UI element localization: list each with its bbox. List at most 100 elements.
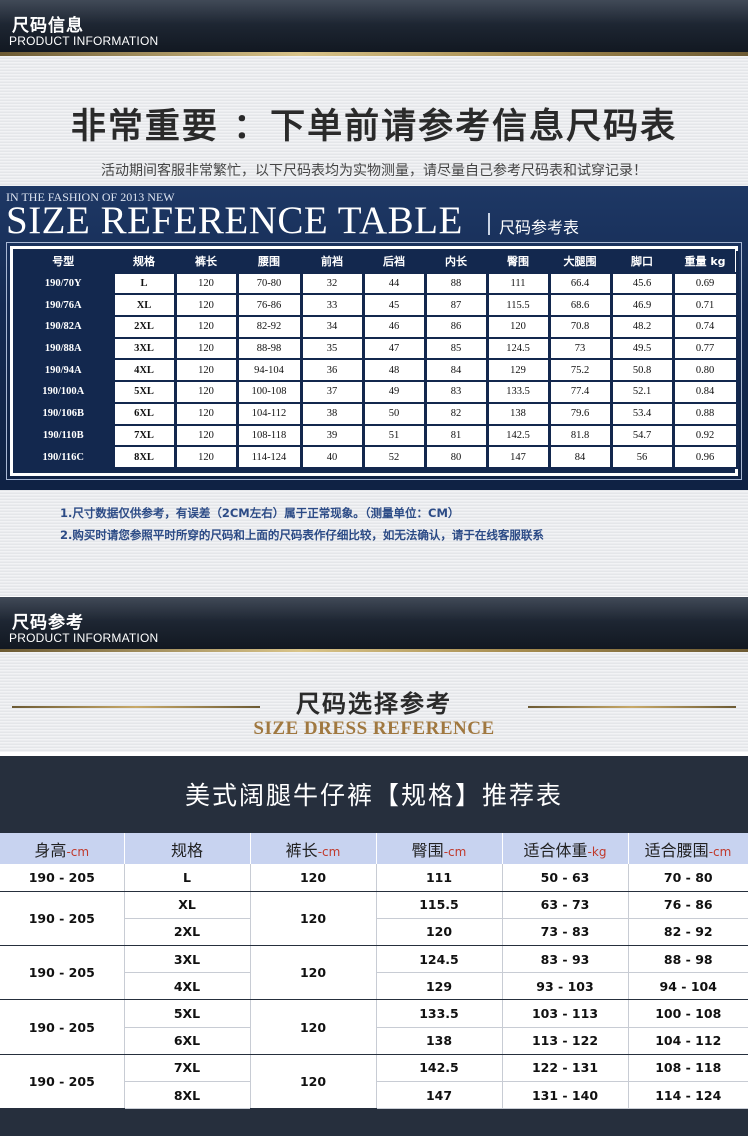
weight-cell: 131 - 140 bbox=[502, 1081, 629, 1110]
table-cell: 0.69 bbox=[671, 271, 739, 296]
weight-cell: 83 - 93 bbox=[502, 945, 629, 974]
table-cell: 120 bbox=[173, 401, 239, 426]
size-col-header: 脚口 bbox=[611, 251, 675, 273]
height-cell: 190 - 205 bbox=[0, 864, 125, 892]
table-cell: 84 bbox=[547, 445, 613, 469]
size-col-header: 前裆 bbox=[301, 251, 365, 273]
table-cell: 80 bbox=[423, 445, 489, 469]
table-cell: 120 bbox=[173, 380, 239, 404]
length-cell: 120 bbox=[250, 1054, 377, 1110]
table-cell: 81 bbox=[423, 423, 489, 448]
size-cell: L bbox=[124, 864, 251, 892]
waist-cell: 104 - 112 bbox=[628, 1027, 748, 1055]
table-cell: 76-86 bbox=[235, 293, 303, 318]
hip-cell: 142.5 bbox=[376, 1054, 503, 1083]
table-cell: 120 bbox=[485, 315, 551, 339]
table-cell: 120 bbox=[173, 423, 239, 448]
table-cell: 8XL bbox=[111, 445, 177, 469]
hip-cell: 133.5 bbox=[376, 999, 503, 1028]
table-cell: 190/106B bbox=[15, 401, 115, 426]
length-cell: 120 bbox=[250, 891, 377, 947]
table-cell: 3XL bbox=[111, 336, 177, 361]
table-cell: 190/82A bbox=[15, 315, 115, 339]
table-row: 190/70Y L 120 70-80 32 44 88 111 66.4 45.6 0.69 bbox=[15, 271, 739, 296]
table-cell: 68.6 bbox=[547, 293, 613, 318]
waist-cell: 100 - 108 bbox=[628, 999, 748, 1028]
table-cell: 120 bbox=[173, 293, 239, 318]
table-cell: XL bbox=[111, 293, 177, 318]
note-1: 1.尺寸数据仅供参考，有误差（2CM左右）属于正常现象。（测量单位：CM） bbox=[60, 506, 460, 520]
table-cell: 44 bbox=[361, 271, 427, 296]
waist-cell: 82 - 92 bbox=[628, 918, 748, 947]
table-cell: 104-112 bbox=[235, 401, 303, 426]
size-col-header: 重量 kg bbox=[673, 251, 739, 273]
hip-cell: 120 bbox=[376, 918, 503, 947]
size-col-header: 大腿围 bbox=[549, 251, 613, 273]
table-cell: 111 bbox=[485, 271, 551, 296]
table-row: 190 - 205 5XL 120 133.5 103 - 113 100 - 108 bbox=[0, 999, 748, 1055]
header-label: 身高 bbox=[34, 840, 67, 860]
note-2: 2.购买时请您参照平时所穿的尺码和上面的尺码表作仔细比较，如无法确认，请于在线客… bbox=[60, 528, 544, 542]
table-cell: L bbox=[111, 271, 177, 296]
table-cell: 49.5 bbox=[609, 336, 675, 361]
header-label: 臀围 bbox=[411, 840, 444, 860]
table-row: 190/76A XL 120 76-86 33 45 87 115.5 68.6 46.9 0.71 bbox=[15, 293, 739, 318]
table-cell: 0.77 bbox=[671, 336, 739, 361]
table-cell: 54.7 bbox=[609, 423, 675, 448]
table-cell: 40 bbox=[299, 445, 365, 469]
length-cell: 120 bbox=[250, 945, 377, 1001]
size-col-header: 内长 bbox=[425, 251, 489, 273]
size-cell: 8XL bbox=[124, 1081, 251, 1110]
waist-cell: 94 - 104 bbox=[628, 972, 748, 1001]
table-cell: 83 bbox=[423, 380, 489, 404]
waist-cell: 108 - 118 bbox=[628, 1054, 748, 1083]
table-cell: 70.8 bbox=[547, 315, 613, 339]
waist-cell: 88 - 98 bbox=[628, 945, 748, 974]
table-cell: 66.4 bbox=[547, 271, 613, 296]
size-cell: 3XL bbox=[124, 945, 251, 974]
size-col-header: 裤长 bbox=[175, 251, 239, 273]
table-cell: 0.80 bbox=[671, 358, 739, 383]
size-cell: 2XL bbox=[124, 918, 251, 947]
hip-cell: 147 bbox=[376, 1081, 503, 1110]
table-cell: 0.74 bbox=[671, 315, 739, 339]
table-cell: 87 bbox=[423, 293, 489, 318]
banner-title: SIZE REFERENCE TABLE bbox=[6, 199, 463, 242]
height-cell: 190 - 205 bbox=[0, 999, 125, 1055]
table-cell: 34 bbox=[299, 315, 365, 339]
table-cell: 120 bbox=[173, 336, 239, 361]
table-cell: 120 bbox=[173, 358, 239, 383]
weight-cell: 103 - 113 bbox=[502, 999, 629, 1028]
table-cell: 48 bbox=[361, 358, 427, 383]
table-cell: 48.2 bbox=[609, 315, 675, 339]
table-cell: 85 bbox=[423, 336, 489, 361]
weight-cell: 63 - 73 bbox=[502, 891, 629, 919]
table-cell: 138 bbox=[485, 401, 551, 426]
header-unit: -cm bbox=[66, 844, 90, 859]
table-cell: 45.6 bbox=[609, 271, 675, 296]
table-cell: 190/110B bbox=[15, 423, 115, 448]
table-cell: 0.88 bbox=[671, 401, 739, 426]
header-unit: -cm bbox=[443, 844, 467, 859]
table-cell: 120 bbox=[173, 445, 239, 469]
busy-notice: 活动期间客服非常繁忙，以下尺码表均为实物测量，请尽量自己参考尺码表和试穿记录！ bbox=[101, 163, 647, 179]
table-cell: 73 bbox=[547, 336, 613, 361]
table-cell: 190/100A bbox=[15, 380, 115, 404]
length-cell: 120 bbox=[250, 999, 377, 1055]
height-cell: 190 - 205 bbox=[0, 1054, 125, 1110]
size-selection-title: 尺码选择参考 bbox=[296, 690, 452, 718]
recommend-col-header: 适合体重-kg bbox=[502, 833, 629, 864]
table-row: 190 - 205 L 120 111 50 - 63 70 - 80 bbox=[0, 864, 748, 892]
table-cell: 46.9 bbox=[609, 293, 675, 318]
table-cell: 77.4 bbox=[547, 380, 613, 404]
table-cell: 0.96 bbox=[671, 445, 739, 469]
size-cell: 7XL bbox=[124, 1054, 251, 1083]
recommend-col-header: 臀围-cm bbox=[376, 833, 503, 864]
hip-cell: 129 bbox=[376, 972, 503, 1001]
table-cell: 129 bbox=[485, 358, 551, 383]
table-cell: 70-80 bbox=[235, 271, 303, 296]
header-gloss bbox=[0, 0, 748, 24]
size-col-header: 腰围 bbox=[237, 251, 303, 273]
size-table-inner: 号型 规格 裤长 腰围 前裆 后裆 内长 臀围 大腿围 脚口 重量 kg 190/70Y L 120 70… bbox=[10, 246, 739, 476]
banner-separator bbox=[488, 213, 490, 235]
